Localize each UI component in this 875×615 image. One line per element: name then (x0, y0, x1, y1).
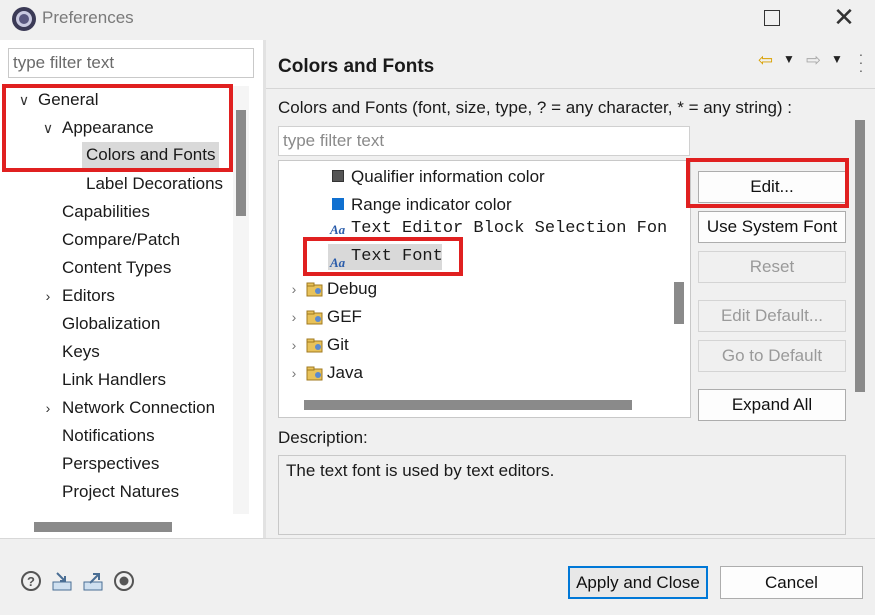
expand-all-button[interactable]: Expand All (698, 389, 846, 421)
button-label: Apply and Close (576, 573, 700, 592)
record-icon[interactable] (113, 570, 135, 592)
reset-button[interactable]: Reset (698, 251, 846, 283)
tree-item-label: Editors (62, 286, 115, 305)
eclipse-app-icon (12, 7, 36, 31)
tree-item-label: Git (327, 335, 349, 354)
svg-text:?: ? (27, 574, 35, 589)
button-label: Go to Default (721, 346, 823, 365)
forward-dropdown-icon[interactable]: ▼ (831, 52, 843, 66)
back-dropdown-icon[interactable]: ▼ (783, 52, 795, 66)
edit-default-button[interactable]: Edit Default... (698, 300, 846, 332)
button-label: Reset (749, 257, 795, 276)
color-swatch-icon (332, 170, 344, 182)
go-to-default-button[interactable]: Go to Default (698, 340, 846, 372)
import-icon[interactable] (51, 570, 73, 592)
view-menu-icon[interactable]: · · · (857, 47, 865, 77)
footer-divider (0, 538, 875, 539)
description-label: Description: (278, 428, 368, 447)
header-divider (266, 88, 875, 89)
tree-item-project-natures[interactable]: Project Natures (62, 479, 179, 505)
tree-item-qualifier-information-color[interactable]: Qualifier information color (351, 164, 545, 190)
tree-item-compare-patch[interactable]: Compare/Patch (62, 227, 180, 253)
chevron-right-icon[interactable]: › (284, 360, 304, 386)
back-arrow-icon[interactable]: ⇦ (758, 50, 773, 71)
category-icon (306, 366, 323, 381)
tree-vertical-scroll-thumb[interactable] (236, 110, 246, 216)
font-icon: Aa (330, 222, 346, 237)
color-swatch-icon (332, 198, 344, 210)
button-label: Use System Font (706, 217, 838, 236)
tree-item-capabilities[interactable]: Capabilities (62, 199, 150, 225)
chevron-right-icon[interactable]: › (284, 304, 304, 330)
filter-hint-label: Colors and Fonts (font, size, type, ? = … (278, 98, 793, 117)
tree-item-label: Network Connection (62, 398, 216, 417)
tree-item-notifications[interactable]: Notifications (62, 423, 155, 449)
tree-item-perspectives[interactable]: Perspectives (62, 451, 159, 477)
chevron-right-icon[interactable]: › (38, 283, 58, 309)
cancel-button[interactable]: Cancel (720, 566, 863, 599)
maximize-icon[interactable] (764, 10, 780, 26)
colors-filter-input[interactable] (278, 126, 690, 156)
tree-item-label: Debug (327, 279, 378, 298)
tree-item-globalization[interactable]: Globalization (62, 311, 160, 337)
tree-item-label: GEF (327, 307, 362, 326)
page-vertical-scroll-thumb[interactable] (855, 120, 865, 392)
font-tree-horizontal-scroll-thumb[interactable] (304, 400, 632, 410)
button-label: Cancel (765, 572, 818, 592)
apply-and-close-button[interactable]: Apply and Close (568, 566, 708, 599)
chevron-right-icon[interactable]: › (284, 332, 304, 358)
chevron-right-icon[interactable]: › (38, 395, 58, 421)
tree-item-label: Java (327, 363, 363, 382)
tree-horizontal-scroll-thumb[interactable] (34, 522, 172, 532)
button-label: Edit Default... (720, 306, 824, 325)
category-icon (306, 282, 323, 297)
forward-arrow-icon[interactable]: ⇨ (806, 50, 821, 71)
help-icon[interactable]: ? (20, 570, 42, 592)
close-icon[interactable]: ✕ (832, 4, 856, 30)
annotation-highlight (686, 158, 849, 208)
tree-item-keys[interactable]: Keys (62, 339, 100, 365)
use-system-font-button[interactable]: Use System Font (698, 211, 846, 243)
window-title: Preferences (42, 8, 134, 27)
annotation-highlight (303, 237, 463, 276)
category-icon (306, 310, 323, 325)
tree-item-range-indicator-color[interactable]: Range indicator color (351, 192, 512, 218)
tree-item-link-handlers[interactable]: Link Handlers (62, 367, 166, 393)
chevron-right-icon[interactable]: › (284, 276, 304, 302)
annotation-highlight (2, 84, 233, 172)
button-label: Expand All (731, 395, 813, 414)
category-icon (306, 338, 323, 353)
tree-filter-input[interactable] (8, 48, 254, 78)
tree-item-content-types[interactable]: Content Types (62, 255, 171, 281)
tree-item-label-decorations[interactable]: Label Decorations (86, 171, 223, 197)
font-tree-vertical-scroll-thumb[interactable] (674, 282, 684, 324)
export-icon[interactable] (82, 570, 104, 592)
page-title: Colors and Fonts (278, 56, 435, 77)
description-text: The text font is used by text editors. (286, 461, 555, 480)
